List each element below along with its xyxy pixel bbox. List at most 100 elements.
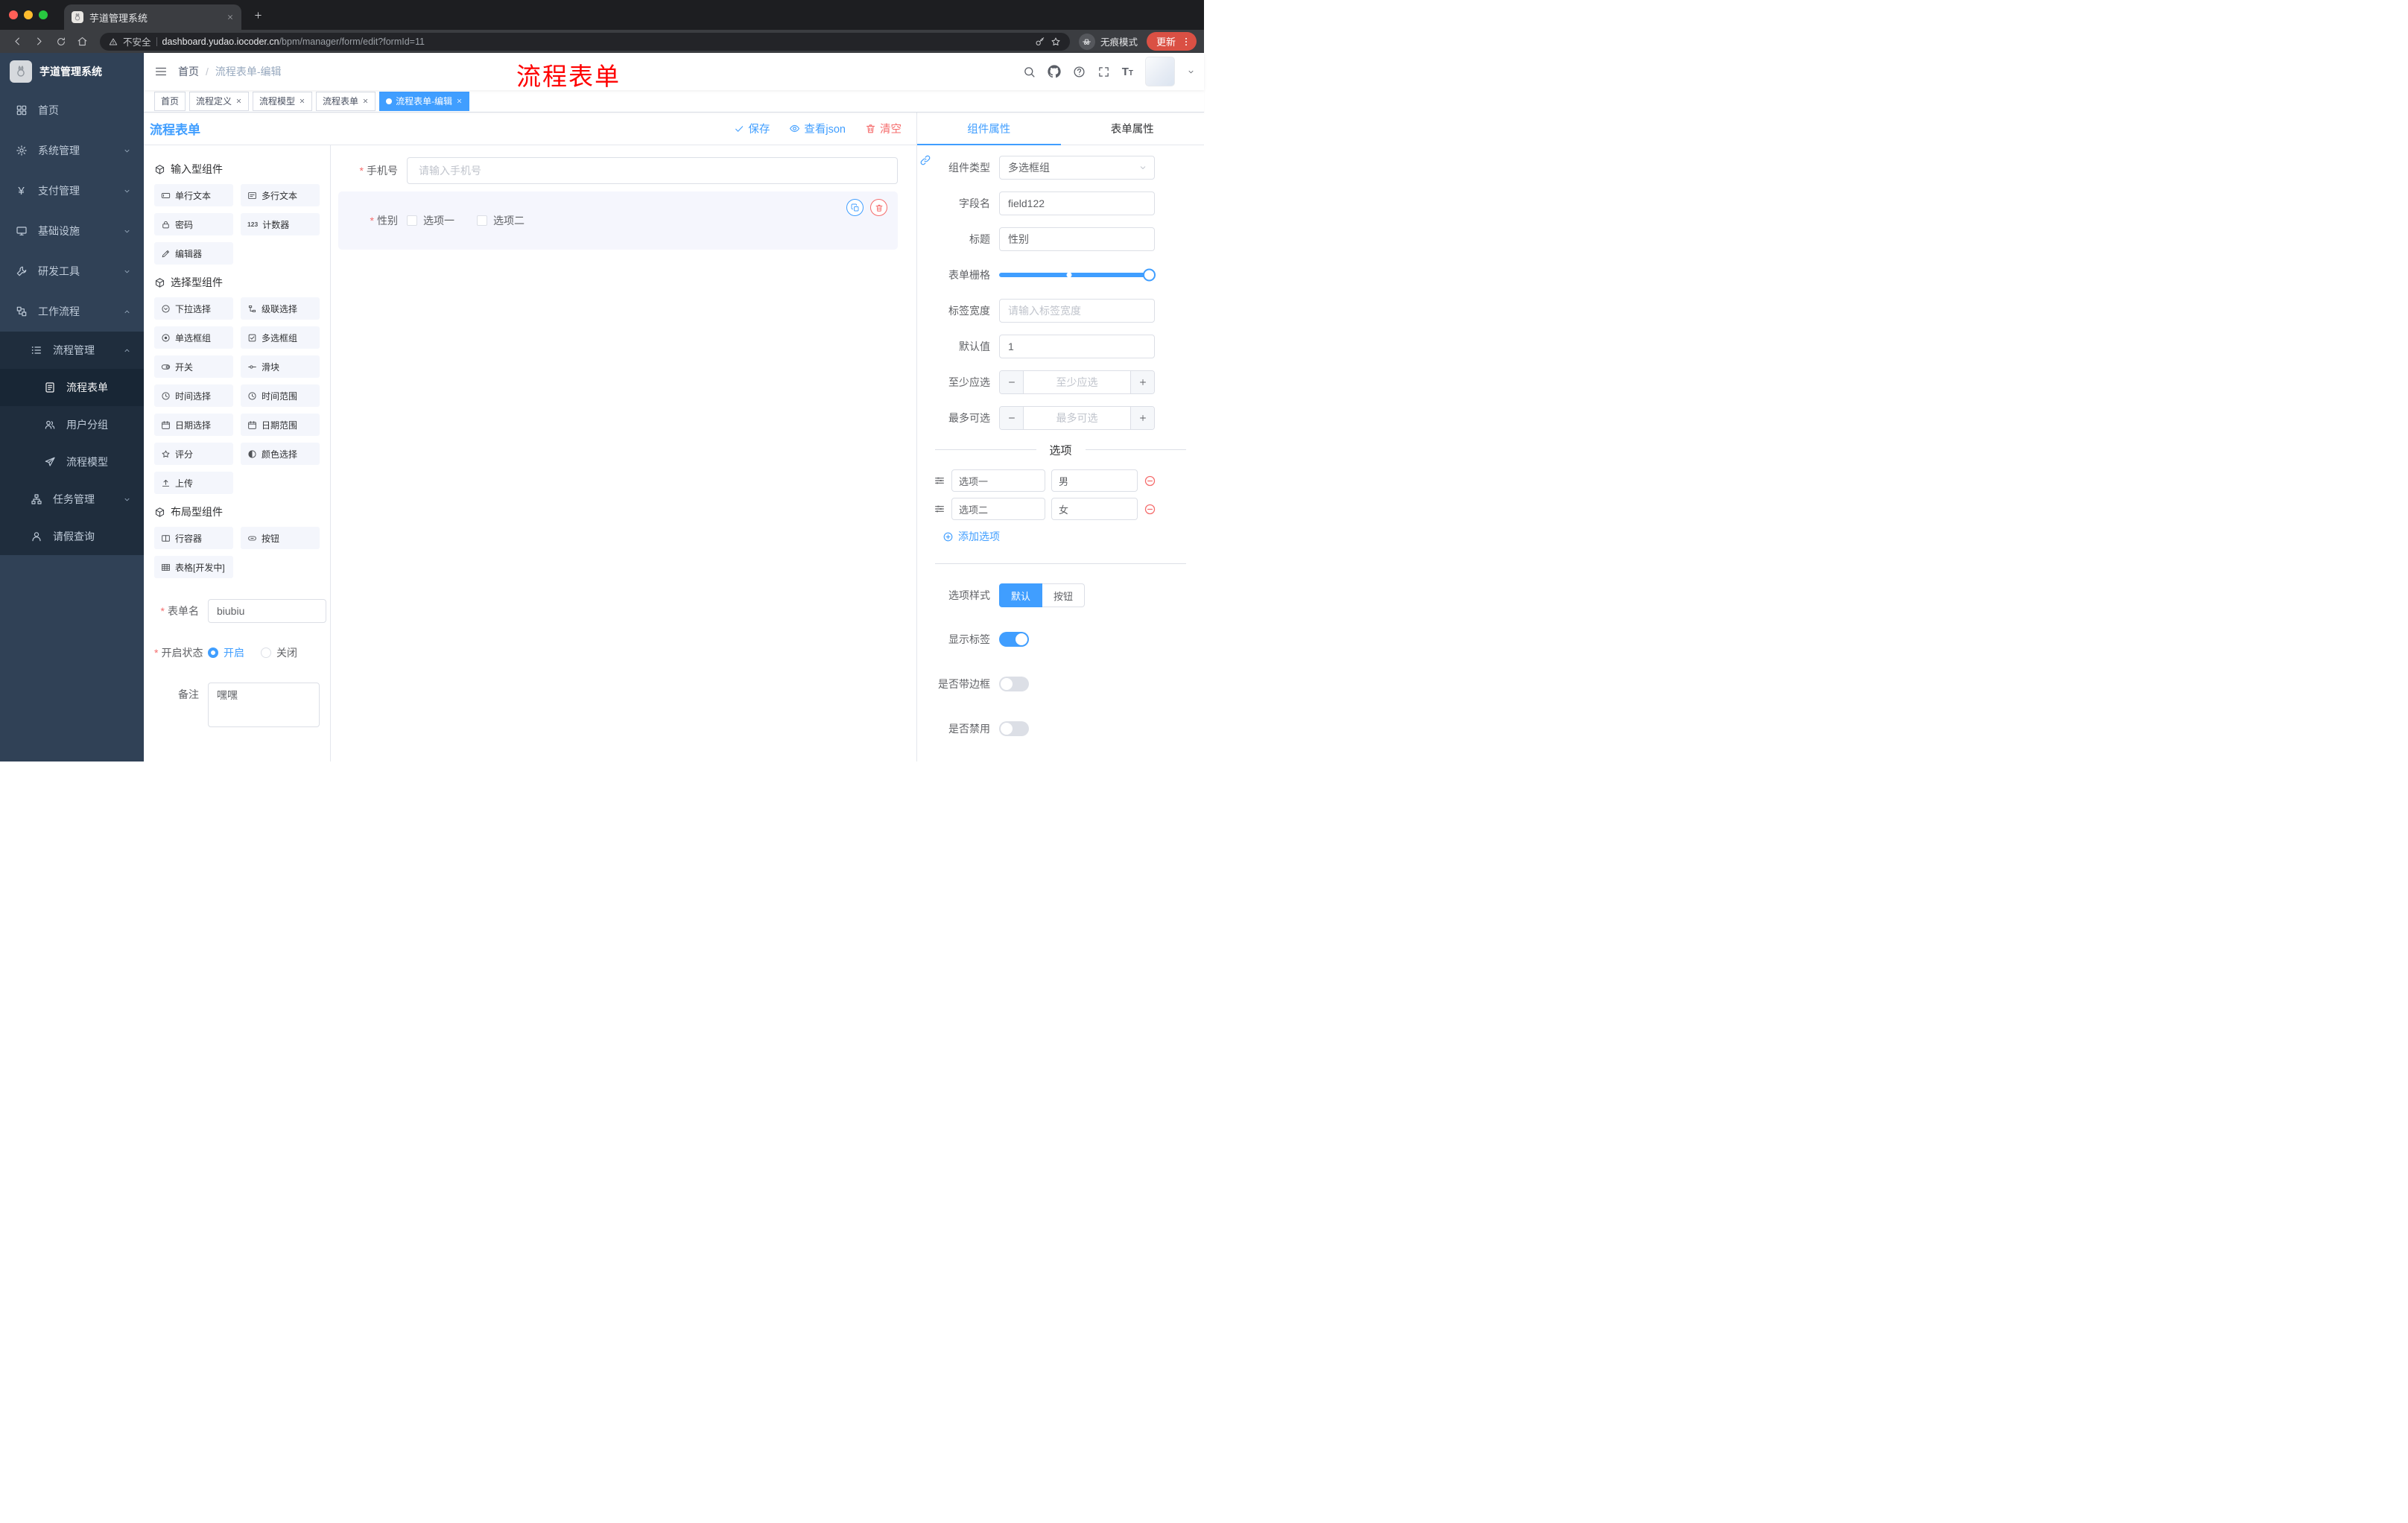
browser-menu-icon[interactable] [1181,37,1191,47]
github-icon[interactable] [1048,65,1061,78]
stepper-placeholder[interactable]: 最多可选 [1024,407,1130,429]
checkbox-option-2[interactable]: 选项二 [477,213,525,228]
tag-close-icon[interactable] [299,98,305,104]
style-default-button[interactable]: 默认 [999,583,1043,607]
status-off-radio[interactable]: 关闭 [261,645,297,660]
border-switch[interactable] [999,677,1029,691]
palette-item-cascader[interactable]: 级联选择 [241,297,320,320]
default-value-input[interactable] [999,335,1155,358]
add-option-button[interactable]: 添加选项 [942,529,1204,544]
sidebar-item-leave-query[interactable]: 请假查询 [0,518,144,555]
remove-option-icon[interactable] [1144,475,1156,487]
palette-item-switch[interactable]: 开关 [154,355,233,378]
increase-button[interactable] [1130,407,1154,429]
field-name-input[interactable] [999,191,1155,215]
palette-item-time-picker[interactable]: 时间选择 [154,384,233,407]
palette-item-password[interactable]: 密码 [154,213,233,235]
home-button[interactable] [72,32,92,51]
copy-widget-button[interactable] [846,199,864,216]
bookmark-star-icon[interactable] [1051,37,1061,47]
palette-item-select[interactable]: 下拉选择 [154,297,233,320]
zoom-window-button[interactable] [39,10,48,19]
tag-process-form[interactable]: 流程表单 [316,91,376,111]
avatar-caret-icon[interactable] [1187,68,1195,76]
checkbox-box[interactable] [477,215,487,226]
fullscreen-icon[interactable] [1097,66,1110,78]
breadcrumb-home[interactable]: 首页 [178,64,199,79]
palette-item-time-range[interactable]: 时间范围 [241,384,320,407]
option-label-input[interactable] [951,469,1046,492]
decrease-button[interactable] [1000,371,1024,393]
avatar[interactable] [1145,57,1175,86]
forward-button[interactable] [29,32,49,51]
back-button[interactable] [7,32,28,51]
tag-process-definition[interactable]: 流程定义 [189,91,250,111]
tag-close-icon[interactable] [456,98,463,104]
label-width-input[interactable] [999,299,1155,323]
tag-close-icon[interactable] [235,98,242,104]
sidebar-item-home[interactable]: 首页 [0,90,144,130]
sidebar-item-payment[interactable]: ¥ 支付管理 [0,171,144,211]
canvas-field-phone[interactable]: 手机号 [338,157,898,184]
increase-button[interactable] [1130,371,1154,393]
sidebar-item-process-model[interactable]: 流程模型 [0,443,144,481]
phone-input[interactable] [407,157,898,184]
remove-option-icon[interactable] [1144,503,1156,516]
option-value-input[interactable] [1051,498,1138,520]
sidebar-item-workflow[interactable]: 工作流程 [0,291,144,332]
slider-track[interactable] [999,268,1156,282]
status-on-radio[interactable]: 开启 [208,645,244,660]
stepper-placeholder[interactable]: 至少应选 [1024,371,1130,393]
sidebar-item-task-management[interactable]: 任务管理 [0,481,144,518]
tab-close-icon[interactable] [226,13,234,21]
link-icon[interactable] [919,154,931,166]
palette-item-row-container[interactable]: 行容器 [154,527,233,549]
form-name-input[interactable] [208,599,326,623]
tag-home[interactable]: 首页 [154,91,186,111]
password-key-icon[interactable] [1035,37,1045,47]
canvas-field-gender[interactable]: 性别 选项一 选项二 [338,207,898,234]
disabled-switch[interactable] [999,721,1029,736]
remark-textarea[interactable]: 嘿嘿 [208,683,320,727]
minimize-window-button[interactable] [24,10,33,19]
sidebar-item-process-management[interactable]: 流程管理 [0,332,144,369]
canvas-field-gender-selected[interactable]: 性别 选项一 选项二 [338,191,898,250]
palette-item-checkbox-group[interactable]: 多选框组 [241,326,320,349]
checkbox-option-1[interactable]: 选项一 [407,213,454,228]
show-label-switch[interactable] [999,632,1029,647]
sidebar-item-process-form[interactable]: 流程表单 [0,369,144,406]
tag-process-form-edit[interactable]: 流程表单-编辑 [379,91,470,111]
option-value-input[interactable] [1051,469,1138,492]
palette-item-multi-text[interactable]: 多行文本 [241,184,320,206]
update-button[interactable]: 更新 [1146,32,1197,51]
browser-tab[interactable]: 芋道管理系统 [64,4,241,30]
slider-handle[interactable] [1143,268,1156,282]
palette-item-slider[interactable]: 滑块 [241,355,320,378]
palette-item-single-text[interactable]: 单行文本 [154,184,233,206]
option-label-input[interactable] [951,498,1046,520]
view-json-button[interactable]: 查看json [789,121,846,136]
reload-button[interactable] [51,32,71,51]
palette-item-date-range[interactable]: 日期范围 [241,414,320,436]
component-type-select[interactable]: 多选框组 [999,156,1155,180]
grid-slider[interactable] [999,263,1156,287]
hamburger-icon[interactable] [144,65,178,78]
delete-widget-button[interactable] [870,199,887,216]
decrease-button[interactable] [1000,407,1024,429]
new-tab-button[interactable] [247,4,268,25]
style-button-button[interactable]: 按钮 [1042,583,1086,607]
tag-process-model[interactable]: 流程模型 [253,91,313,111]
sidebar-item-infrastructure[interactable]: 基础设施 [0,211,144,251]
drag-handle-icon[interactable] [934,475,945,487]
checkbox-box[interactable] [407,215,417,226]
address-bar[interactable]: 不安全 dashboard.yudao.iocoder.cn/bpm/manag… [100,32,1070,51]
palette-item-button[interactable]: 按钮 [241,527,320,549]
tab-form-props[interactable]: 表单属性 [1061,113,1205,145]
palette-item-editor[interactable]: 编辑器 [154,242,233,265]
sidebar-item-user-groups[interactable]: 用户分组 [0,406,144,443]
palette-item-color-picker[interactable]: 颜色选择 [241,443,320,465]
palette-item-counter[interactable]: 123 计数器 [241,213,320,235]
palette-item-radio-group[interactable]: 单选框组 [154,326,233,349]
palette-item-table[interactable]: 表格[开发中] [154,556,233,578]
palette-item-upload[interactable]: 上传 [154,472,233,494]
